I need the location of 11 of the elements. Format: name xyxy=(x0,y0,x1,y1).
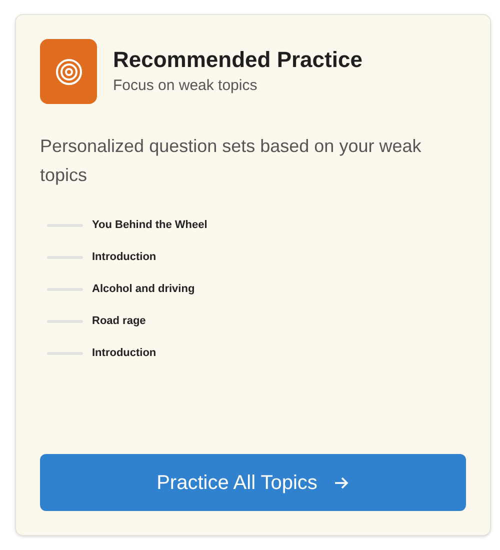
topic-label: Road rage xyxy=(92,314,146,330)
target-icon xyxy=(40,39,97,104)
topic-label: Introduction xyxy=(92,250,156,266)
card-subtitle: Focus on weak topics xyxy=(113,76,258,96)
arrow-icon xyxy=(333,474,350,490)
topic-label: Introduction xyxy=(92,346,156,362)
description: Personalized question sets based on your weak topics xyxy=(40,135,422,187)
topic-label: You Behind the Wheel xyxy=(92,218,208,234)
practice-button[interactable]: Practice All Topics xyxy=(40,454,466,511)
card-title: Recommended Practice xyxy=(113,46,362,74)
topic-label: Alcohol and driving xyxy=(92,282,195,298)
